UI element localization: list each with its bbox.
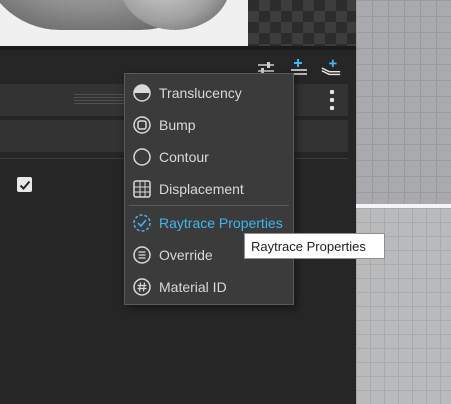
add-layers-icon[interactable]	[320, 58, 342, 78]
menu-item-label: Contour	[159, 149, 209, 165]
half-circle-icon	[132, 83, 152, 103]
circle-icon	[132, 147, 152, 167]
option-checkbox[interactable]	[17, 177, 32, 192]
menu-item-bump[interactable]: Bump	[125, 110, 293, 140]
transparency-checkerboard	[248, 0, 356, 46]
render-viewport[interactable]	[0, 0, 356, 46]
list-circle-icon	[132, 245, 152, 265]
checkmark-icon	[19, 180, 30, 190]
menu-separator	[129, 205, 289, 206]
menu-item-label: Raytrace Properties	[159, 215, 283, 231]
menu-item-material-id[interactable]: Material ID	[125, 272, 293, 302]
menu-item-label: Translucency	[159, 85, 242, 101]
displacement-grid-icon	[132, 179, 152, 199]
menu-item-translucency[interactable]: Translucency	[125, 78, 293, 108]
menu-item-contour[interactable]: Contour	[125, 142, 293, 172]
tooltip: Raytrace Properties	[244, 233, 385, 259]
render-background	[0, 0, 248, 46]
add-attribute-menu: Translucency Bump Contour Displacement R…	[124, 73, 294, 305]
menu-item-label: Displacement	[159, 181, 244, 197]
panel-header-edge	[0, 46, 356, 50]
rounded-square-icon	[132, 115, 152, 135]
menu-item-label: Material ID	[159, 279, 227, 295]
menu-item-label: Bump	[159, 117, 196, 133]
hash-circle-icon	[132, 277, 152, 297]
more-options-icon[interactable]	[328, 90, 336, 110]
dashed-check-circle-icon	[132, 213, 152, 233]
menu-item-label: Override	[159, 247, 213, 263]
menu-item-displacement[interactable]: Displacement	[125, 174, 293, 204]
